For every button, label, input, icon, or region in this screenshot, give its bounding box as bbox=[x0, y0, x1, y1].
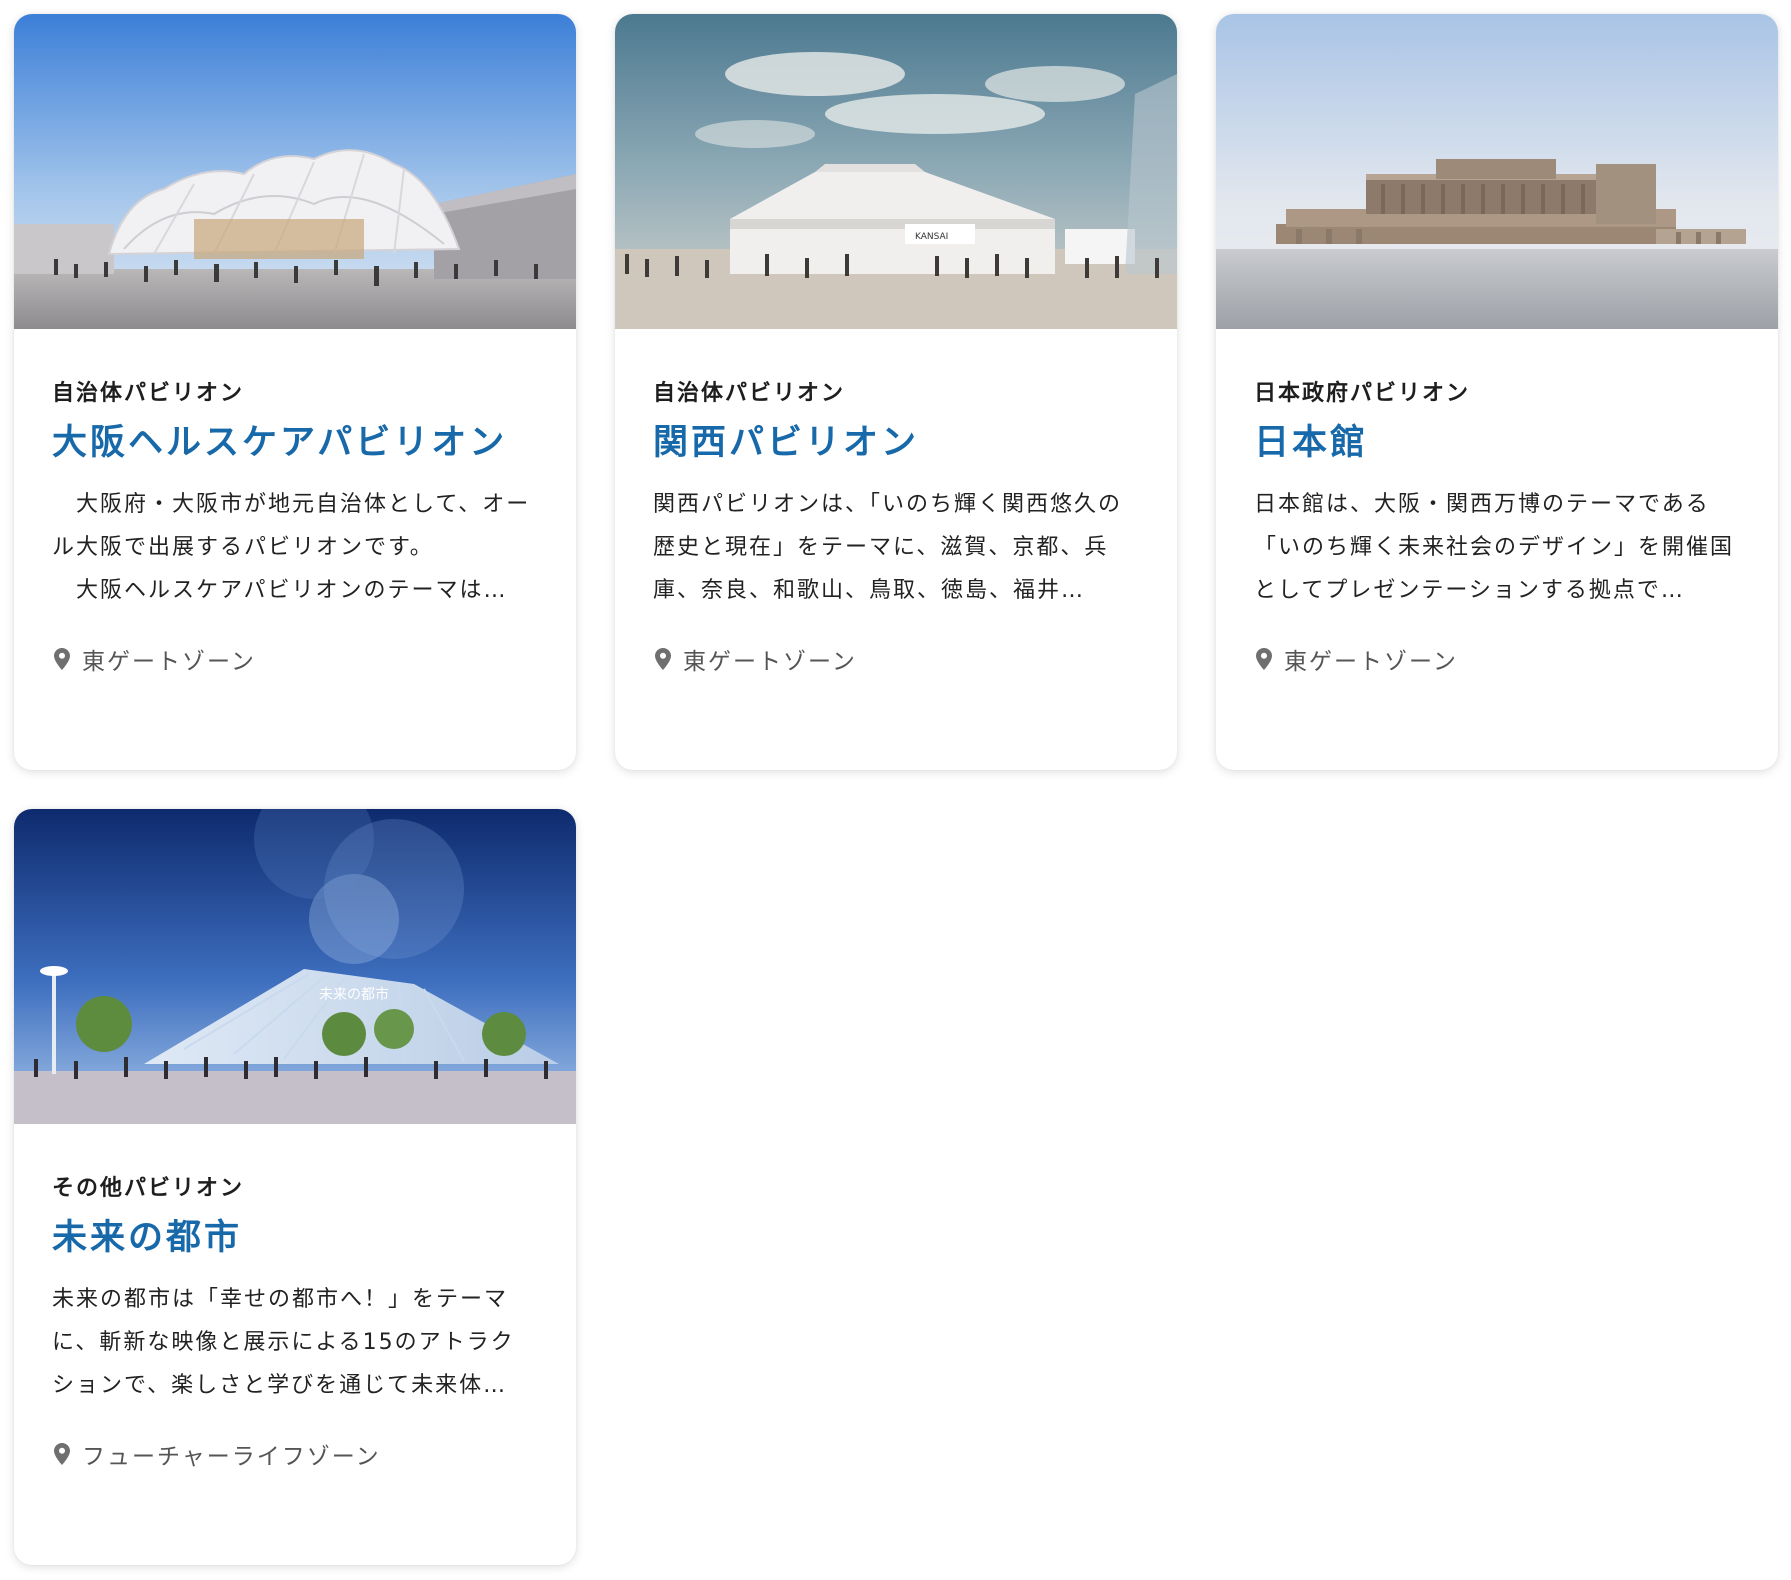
pavilion-title[interactable]: 大阪ヘルスケアパビリオン bbox=[52, 419, 538, 467]
pavilion-title[interactable]: 未来の都市 bbox=[52, 1214, 538, 1262]
zone-label: 東ゲートゾーン bbox=[82, 649, 256, 675]
pavilion-category: その他パビリオン bbox=[52, 1176, 245, 1201]
pavilion-image: KANSAI bbox=[615, 14, 1177, 329]
pavilion-image: 未来の都市 bbox=[14, 809, 576, 1124]
pavilion-card[interactable]: KANSAI 自治体パビリオン 関西パビリオン 関西パビリオンは、「いのち輝く関… bbox=[615, 14, 1177, 770]
pavilion-description: 未来の都市は「幸せの都市へ！」をテーマに、斬新な映像と展示による15のアトラクシ… bbox=[52, 1287, 515, 1398]
map-pin-icon bbox=[1256, 648, 1272, 670]
pavilion-title[interactable]: 関西パビリオン bbox=[653, 419, 1139, 467]
pavilion-zone: 東ゲートゾーン bbox=[653, 642, 1139, 676]
zone-label: 東ゲートゾーン bbox=[1284, 649, 1458, 675]
pavilion-card[interactable]: 未来の都市 その他パビリオン 未来の都市 未来の都市は「幸せの都市へ！」をテーマ… bbox=[14, 809, 576, 1565]
pavilion-card-grid: 自治体パビリオン 大阪ヘルスケアパビリオン 大阪府・大阪市が地元自治体として、オ… bbox=[14, 14, 1778, 1565]
pavilion-category: 自治体パビリオン bbox=[653, 381, 846, 406]
pavilion-card[interactable]: 日本政府パビリオン 日本館 日本館は、大阪・関西万博のテーマである「いのち輝く未… bbox=[1216, 14, 1778, 770]
zone-label: 東ゲートゾーン bbox=[683, 649, 857, 675]
pavilion-description: 大阪府・大阪市が地元自治体として、オール大阪で出展するパビリオンです。 大阪ヘル… bbox=[52, 492, 531, 603]
pavilion-category: 日本政府パビリオン bbox=[1254, 381, 1471, 406]
pavilion-image bbox=[14, 14, 576, 329]
pavilion-category: 自治体パビリオン bbox=[52, 381, 245, 406]
svg-text:未来の都市: 未来の都市 bbox=[319, 986, 389, 1003]
zone-label: フューチャーライフゾーン bbox=[82, 1444, 381, 1470]
map-pin-icon bbox=[655, 648, 671, 670]
pavilion-zone: フューチャーライフゾーン bbox=[52, 1437, 538, 1471]
pavilion-title[interactable]: 日本館 bbox=[1254, 419, 1740, 467]
pavilion-description: 日本館は、大阪・関西万博のテーマである「いのち輝く未来社会のデザイン」を開催国と… bbox=[1254, 492, 1735, 603]
map-pin-icon bbox=[54, 648, 70, 670]
pavilion-zone: 東ゲートゾーン bbox=[1254, 642, 1740, 676]
pavilion-card[interactable]: 自治体パビリオン 大阪ヘルスケアパビリオン 大阪府・大阪市が地元自治体として、オ… bbox=[14, 14, 576, 770]
pavilion-zone: 東ゲートゾーン bbox=[52, 642, 538, 676]
pavilion-description: 関西パビリオンは、「いのち輝く関西悠久の歴史と現在」をテーマに、滋賀、京都、兵庫… bbox=[653, 492, 1123, 603]
map-pin-icon bbox=[54, 1443, 70, 1465]
svg-text:KANSAI: KANSAI bbox=[915, 232, 948, 242]
pavilion-image bbox=[1216, 14, 1778, 329]
